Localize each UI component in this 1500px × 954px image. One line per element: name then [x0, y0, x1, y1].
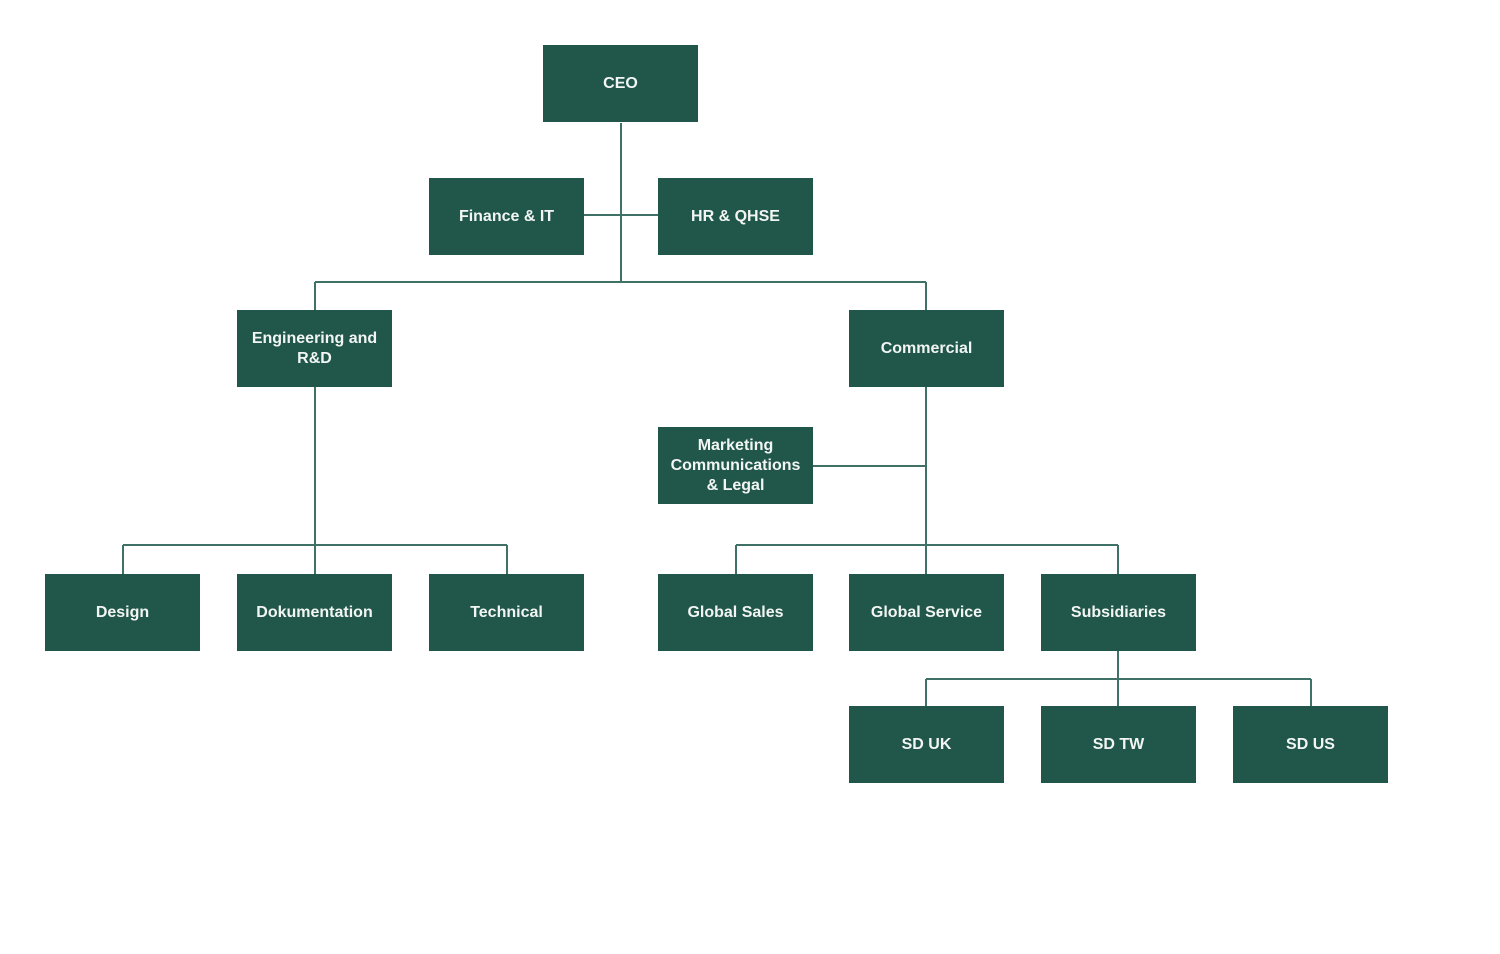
node-label: Technical	[470, 603, 543, 621]
node-label: SD US	[1286, 735, 1335, 753]
node-commercial[interactable]: Commercial	[849, 310, 1004, 387]
node-engineering-rd[interactable]: Engineering and R&D	[237, 310, 392, 387]
node-marketing-communications-legal[interactable]: Marketing Communications & Legal	[658, 427, 813, 504]
node-label: Subsidiaries	[1070, 603, 1167, 621]
node-technical[interactable]: Technical	[429, 574, 584, 651]
node-global-service[interactable]: Global Service	[849, 574, 1004, 651]
node-label: Global Service	[870, 603, 983, 621]
node-label: Engineering and R&D	[251, 329, 378, 367]
node-subsidiaries[interactable]: Subsidiaries	[1041, 574, 1196, 651]
node-dokumentation[interactable]: Dokumentation	[237, 574, 392, 651]
node-global-sales[interactable]: Global Sales	[658, 574, 813, 651]
node-label: Finance & IT	[458, 207, 555, 225]
node-sd-tw[interactable]: SD TW	[1041, 706, 1196, 783]
node-label: Design	[95, 603, 150, 621]
node-sd-uk[interactable]: SD UK	[849, 706, 1004, 783]
node-finance-it[interactable]: Finance & IT	[429, 178, 584, 255]
node-label: CEO	[603, 74, 638, 92]
node-ceo[interactable]: CEO	[543, 45, 698, 122]
node-label: Marketing Communications & Legal	[670, 436, 801, 494]
node-hr-qhse[interactable]: HR & QHSE	[658, 178, 813, 255]
node-label: HR & QHSE	[691, 207, 780, 225]
node-design[interactable]: Design	[45, 574, 200, 651]
node-label: SD TW	[1092, 735, 1145, 753]
node-label: Commercial	[880, 339, 973, 357]
node-sd-us[interactable]: SD US	[1233, 706, 1388, 783]
node-label: Global Sales	[687, 603, 784, 621]
node-label: Dokumentation	[256, 603, 373, 621]
node-label: SD UK	[901, 735, 952, 753]
